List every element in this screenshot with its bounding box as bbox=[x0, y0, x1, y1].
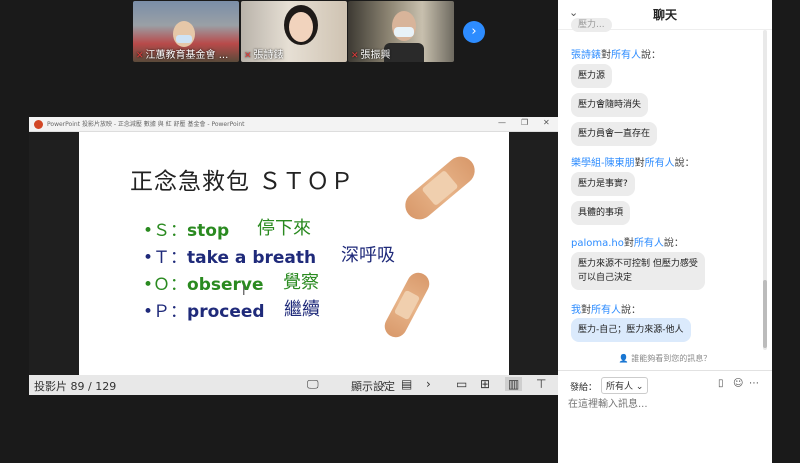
person-icon: 👤 bbox=[618, 354, 629, 363]
chat-panel: ⌄ 聊天 壓力... 張詩錶對所有人說： 壓力源 壓力會隨時消失 壓力員會一直存… bbox=[558, 0, 772, 463]
more-options-icon[interactable]: ⋯ bbox=[749, 378, 759, 389]
recipient-dropdown[interactable]: 所有人 ⌄ bbox=[601, 377, 649, 394]
chat-title: 聊天 bbox=[653, 8, 678, 22]
file-icon[interactable]: ▯ bbox=[718, 378, 724, 389]
chat-sender-line: 我對所有人說： bbox=[571, 305, 641, 316]
bullet-s-chinese: 停下來 bbox=[257, 218, 311, 239]
bullet-english: proceed bbox=[187, 302, 265, 322]
bullet-s: •Ｓ：stop bbox=[143, 216, 229, 241]
restore-button[interactable]: ❐ bbox=[521, 118, 528, 127]
bullet-english: observe bbox=[187, 275, 264, 295]
chat-message: 壓力員會一直存在 bbox=[571, 122, 658, 146]
who-can-see-link[interactable]: 👤 誰能夠看到您的訊息？ bbox=[558, 353, 772, 364]
slide: 正念急救包 ＳＴＯＰ •Ｓ：stop 停下來 •Ｔ：take a breath … bbox=[79, 132, 509, 375]
bullet-p: •Ｐ：proceed bbox=[143, 297, 265, 322]
chat-message: 壓力來源不可控制 但壓力感受 可以自己決定 bbox=[571, 252, 705, 290]
slideshow-statusbar: 投影片 89 / 129 🖵 顯示設定 ‹ ▤ › ▭ ⊞ ▥ ⊤ bbox=[29, 375, 558, 395]
bullet-letter: •Ｔ： bbox=[143, 248, 188, 268]
bullet-letter: •Ｏ： bbox=[143, 275, 188, 295]
slide-sorter-icon[interactable]: ⊞ bbox=[480, 377, 490, 391]
bandage-image bbox=[380, 268, 434, 342]
chevron-down-icon: ⌄ bbox=[635, 382, 644, 392]
bullet-english: stop bbox=[187, 221, 230, 241]
bullet-letter: •Ｓ： bbox=[143, 221, 188, 241]
participant-tile-3[interactable]: ✕ 張振興 bbox=[348, 1, 454, 62]
chat-sender-line: paloma.ho對所有人說： bbox=[571, 238, 684, 249]
chevron-right-icon: › bbox=[471, 24, 477, 39]
powerpoint-logo-icon bbox=[34, 120, 43, 129]
bandage-image bbox=[399, 150, 481, 226]
chat-message: 壓力源 bbox=[571, 64, 613, 88]
meeting-stage: ✕ 江蕙教育基金會 ... ✕ 張詩錶 ✕ 張振興 › PowerPoint 投影片放… bbox=[0, 0, 558, 463]
window-title: PowerPoint 投影片放映 - 正念減壓 數據 與 紅 舒壓 基金會 - … bbox=[47, 121, 245, 128]
chat-compose: 發給： 所有人 ⌄ ▯ ☺ ⋯ bbox=[558, 370, 772, 463]
bullet-english: take a breath bbox=[187, 248, 317, 268]
participant-name: ✕ 江蕙教育基金會 ... bbox=[136, 50, 229, 61]
text-cursor-icon: I bbox=[242, 284, 246, 298]
next-participants-button[interactable]: › bbox=[463, 21, 485, 43]
slide-title: 正念急救包 ＳＴＯＰ bbox=[130, 169, 355, 195]
bullet-t: •Ｔ：take a breath bbox=[143, 243, 316, 268]
send-to-label: 發給： bbox=[570, 383, 598, 393]
chat-scrollbar[interactable] bbox=[763, 30, 767, 350]
normal-view-icon[interactable]: ▭ bbox=[456, 377, 467, 391]
chat-message-mine: 壓力-自己；壓力來源-他人 bbox=[571, 318, 691, 342]
reading-view-icon[interactable]: ▥ bbox=[505, 377, 523, 391]
bullet-o-chinese: 覺察 bbox=[283, 272, 319, 293]
next-slide-button[interactable]: › bbox=[426, 377, 431, 391]
chat-message: 壓力是事實? bbox=[571, 172, 635, 196]
chat-message-partial: 壓力... bbox=[571, 18, 612, 32]
chat-message: 壓力會隨時消失 bbox=[571, 93, 649, 117]
emoji-icon[interactable]: ☺ bbox=[733, 378, 743, 389]
slide-counter: 投影片 89 / 129 bbox=[34, 380, 117, 393]
participant-tile-1[interactable]: ✕ 江蕙教育基金會 ... bbox=[133, 1, 239, 62]
slide-overview-icon[interactable]: ▤ bbox=[401, 377, 412, 391]
muted-mic-icon: ✕ bbox=[244, 51, 252, 61]
previous-slide-button[interactable]: ‹ bbox=[381, 377, 386, 391]
participant-tile-2[interactable]: ✕ 張詩錶 bbox=[241, 1, 347, 62]
display-settings-button[interactable]: 顯示設定 bbox=[351, 378, 395, 394]
chat-message: 具體的事項 bbox=[571, 201, 631, 225]
chat-message-input[interactable] bbox=[568, 395, 758, 413]
display-settings-icon[interactable]: 🖵 bbox=[307, 377, 319, 392]
muted-mic-icon: ✕ bbox=[136, 51, 144, 61]
scrollbar-thumb[interactable] bbox=[763, 280, 767, 348]
participant-name: ✕ 張詩錶 bbox=[244, 50, 284, 61]
participant-name: ✕ 張振興 bbox=[351, 50, 391, 61]
bullet-letter: •Ｐ： bbox=[143, 302, 188, 322]
bullet-p-chinese: 繼續 bbox=[284, 299, 320, 320]
powerpoint-titlebar: PowerPoint 投影片放映 - 正念減壓 數據 與 紅 舒壓 基金會 - … bbox=[29, 117, 558, 132]
window-edge bbox=[772, 0, 800, 463]
close-button[interactable]: ✕ bbox=[543, 118, 550, 127]
bullet-t-chinese: 深呼吸 bbox=[341, 245, 395, 266]
slideshow-view-icon[interactable]: ⊤ bbox=[536, 377, 546, 391]
chat-sender-line: 張詩錶對所有人說： bbox=[571, 50, 661, 61]
minimize-button[interactable]: — bbox=[498, 118, 506, 127]
muted-mic-icon: ✕ bbox=[351, 51, 359, 61]
chat-sender-line: 樂學組-陳東朋對所有人說： bbox=[571, 158, 695, 169]
